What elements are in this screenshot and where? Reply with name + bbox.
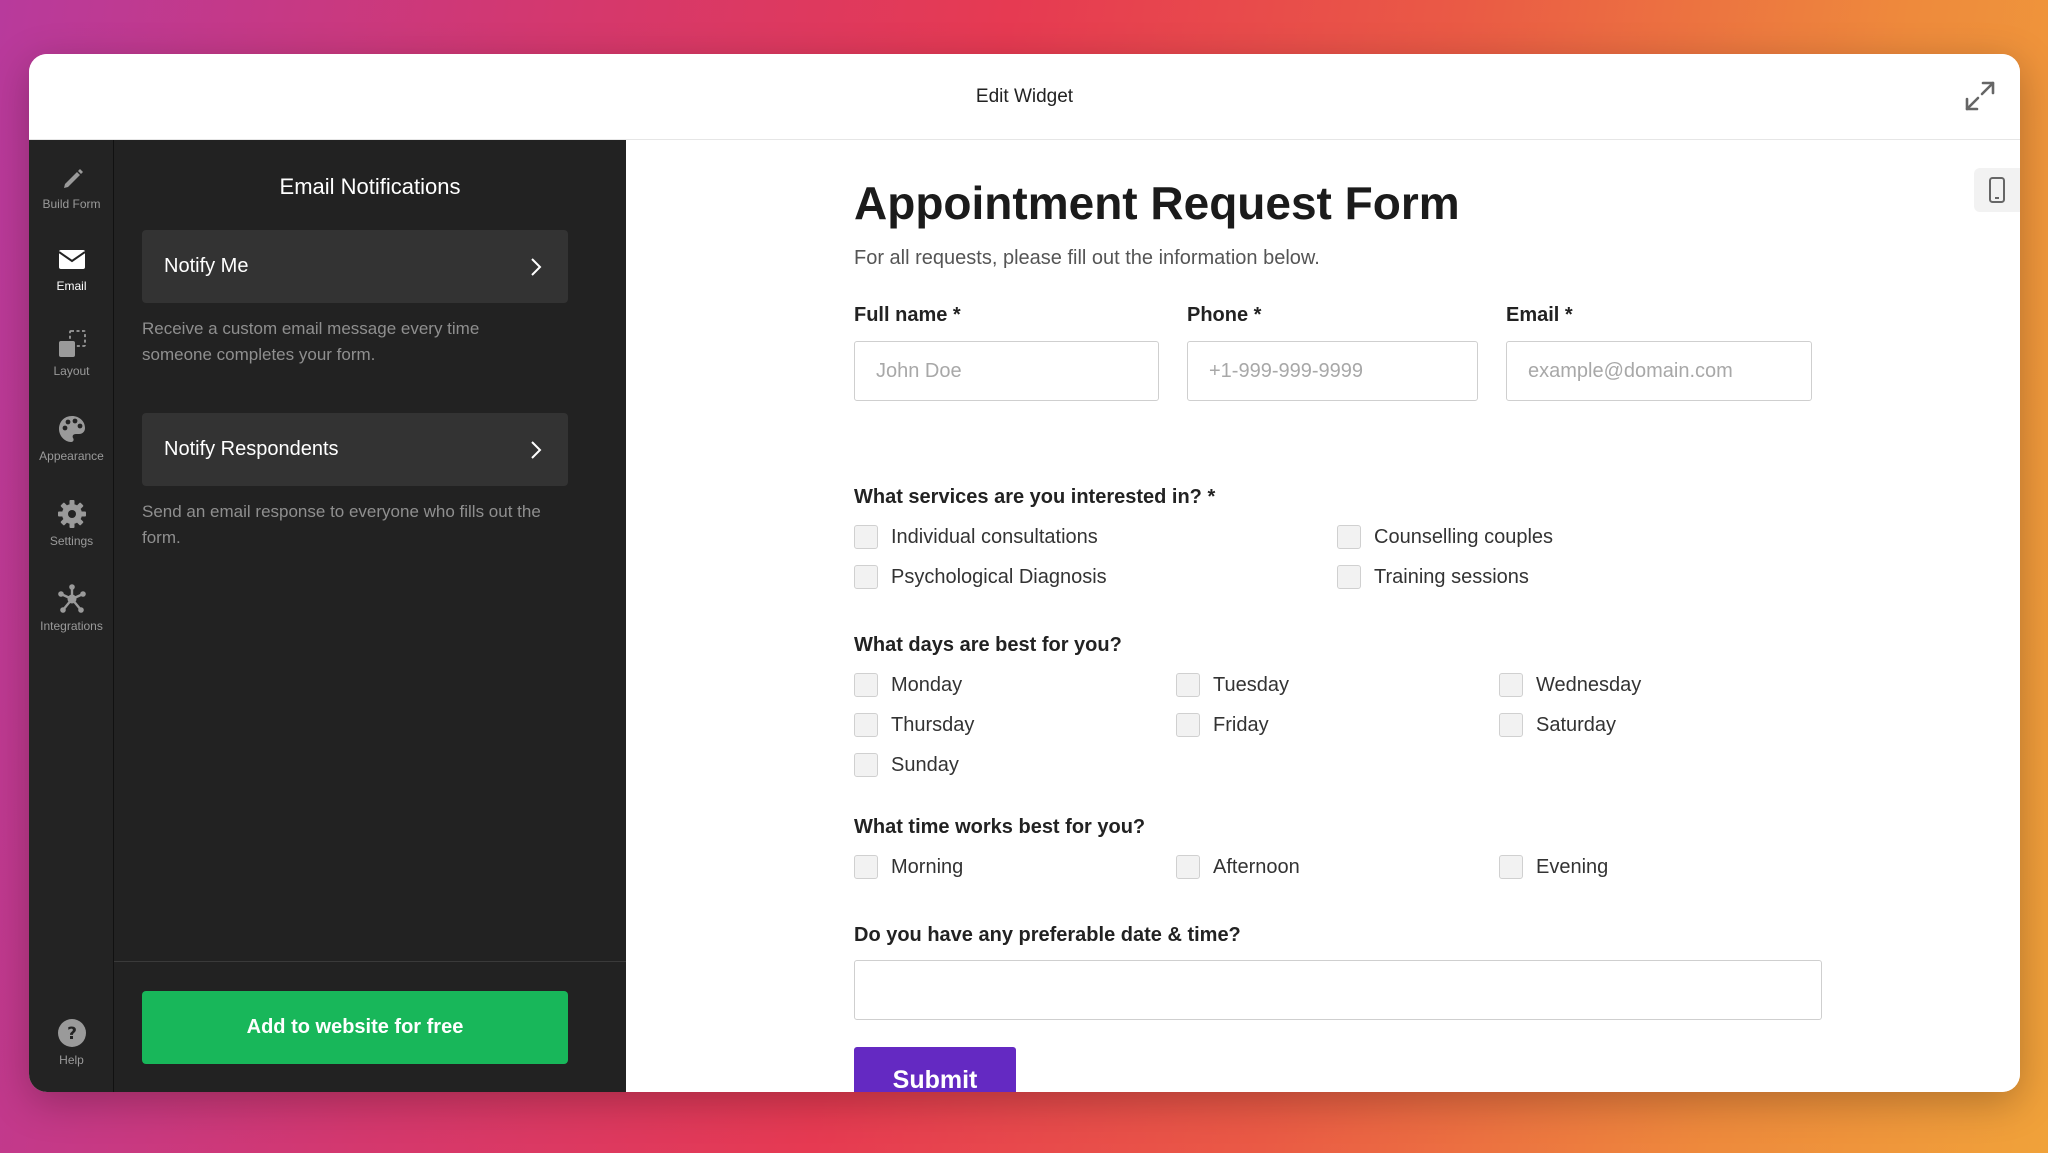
panel-divider <box>114 961 626 962</box>
integrations-icon <box>57 584 86 613</box>
panel-title: Email Notifications <box>279 174 461 199</box>
palette-icon <box>58 416 85 442</box>
edit-widget-window: Edit Widget Build Form Email Layout Appe… <box>29 54 2020 1092</box>
card-description: Receive a custom email message every tim… <box>142 319 480 364</box>
checkbox-option[interactable]: Training sessions <box>1337 565 1529 589</box>
sidebar-item-label: Integrations <box>40 619 103 633</box>
checkbox[interactable] <box>1499 673 1523 697</box>
sidebar-item-help[interactable]: ? Help <box>29 1010 114 1084</box>
times-question: What time works best for you? <box>854 816 1146 838</box>
sidebar-item-label: Layout <box>53 364 90 378</box>
checkbox-option[interactable]: Friday <box>1176 713 1269 737</box>
checkbox-option[interactable]: Afternoon <box>1176 855 1300 879</box>
checkbox-option[interactable]: Counselling couples <box>1337 525 1553 549</box>
checkbox[interactable] <box>1176 713 1200 737</box>
checkbox[interactable] <box>854 673 878 697</box>
notify-me-card[interactable]: Notify Me <box>142 230 568 303</box>
envelope-icon <box>57 250 86 269</box>
svg-text:?: ? <box>67 1024 77 1044</box>
sidebar-item-settings[interactable]: Settings <box>29 491 114 565</box>
add-to-website-button[interactable]: Add to website for free <box>142 991 568 1064</box>
card-description: Send an email response to everyone who f… <box>142 502 541 547</box>
checkbox[interactable] <box>1176 673 1200 697</box>
icon-sidebar: Build Form Email Layout Appearance Setti… <box>29 140 114 1092</box>
chevron-right-icon <box>531 257 542 276</box>
phone-label: Phone * <box>1187 304 1262 326</box>
sidebar-item-appearance[interactable]: Appearance <box>29 406 114 480</box>
sidebar-item-label: Appearance <box>39 449 104 463</box>
form-preview: Appointment Request Form For all request… <box>626 140 2020 1092</box>
days-question: What days are best for you? <box>854 634 1122 656</box>
card-label: Notify Me <box>164 255 249 277</box>
chevron-right-icon <box>531 440 542 459</box>
checkbox-option[interactable]: Thursday <box>854 713 974 737</box>
email-notifications-panel: Email Notifications Notify Me Receive a … <box>114 140 626 1092</box>
checkbox[interactable] <box>854 713 878 737</box>
submit-button[interactable]: Submit <box>854 1047 1016 1092</box>
full-name-input[interactable] <box>854 341 1159 401</box>
checkbox-option[interactable]: Individual consultations <box>854 525 1098 549</box>
form-subtitle: For all requests, please fill out the in… <box>854 247 1320 269</box>
checkbox[interactable] <box>1337 565 1361 589</box>
window-title: Edit Widget <box>975 85 1074 107</box>
sidebar-item-build-form[interactable]: Build Form <box>29 154 114 228</box>
gear-icon <box>57 500 86 528</box>
checkbox[interactable] <box>1499 713 1523 737</box>
email-label: Email * <box>1506 304 1573 326</box>
sidebar-item-label: Build Form <box>42 197 101 211</box>
checkbox[interactable] <box>854 855 878 879</box>
checkbox-option[interactable]: Evening <box>1499 855 1608 879</box>
checkbox[interactable] <box>854 525 878 549</box>
checkbox[interactable] <box>1499 855 1523 879</box>
sidebar-item-layout[interactable]: Layout <box>29 321 114 395</box>
checkbox-option[interactable]: Saturday <box>1499 713 1616 737</box>
checkbox[interactable] <box>1337 525 1361 549</box>
phone-input[interactable] <box>1187 341 1478 401</box>
services-question: What services are you interested in? * <box>854 486 1216 508</box>
form-title: Appointment Request Form <box>854 177 1460 229</box>
layout-icon <box>58 330 86 357</box>
checkbox-option[interactable]: Morning <box>854 855 963 879</box>
pencil-icon <box>63 169 83 188</box>
sidebar-item-label: Email <box>56 279 87 293</box>
checkbox[interactable] <box>854 753 878 777</box>
sidebar-item-label: Settings <box>49 534 94 548</box>
help-icon: ? <box>57 1019 86 1047</box>
sidebar-item-email[interactable]: Email <box>29 236 114 310</box>
datetime-question: Do you have any preferable date & time? <box>854 924 1241 946</box>
title-bar: Edit Widget <box>29 54 2020 140</box>
email-input[interactable] <box>1506 341 1812 401</box>
notify-respondents-card[interactable]: Notify Respondents <box>142 413 568 486</box>
mobile-phone-icon <box>1989 177 2005 203</box>
mobile-preview-button[interactable] <box>1974 168 2020 212</box>
sidebar-item-integrations[interactable]: Integrations <box>29 576 114 650</box>
checkbox-option[interactable]: Tuesday <box>1176 673 1289 697</box>
full-name-label: Full name * <box>854 304 961 326</box>
checkbox[interactable] <box>854 565 878 589</box>
checkbox-option[interactable]: Psychological Diagnosis <box>854 565 1107 589</box>
card-label: Notify Respondents <box>164 438 339 460</box>
checkbox-option[interactable]: Wednesday <box>1499 673 1641 697</box>
expand-icon[interactable] <box>1962 78 1998 114</box>
datetime-input[interactable] <box>854 960 1822 1020</box>
checkbox[interactable] <box>1176 855 1200 879</box>
sidebar-item-label: Help <box>59 1053 84 1067</box>
checkbox-option[interactable]: Monday <box>854 673 962 697</box>
checkbox-option[interactable]: Sunday <box>854 753 959 777</box>
